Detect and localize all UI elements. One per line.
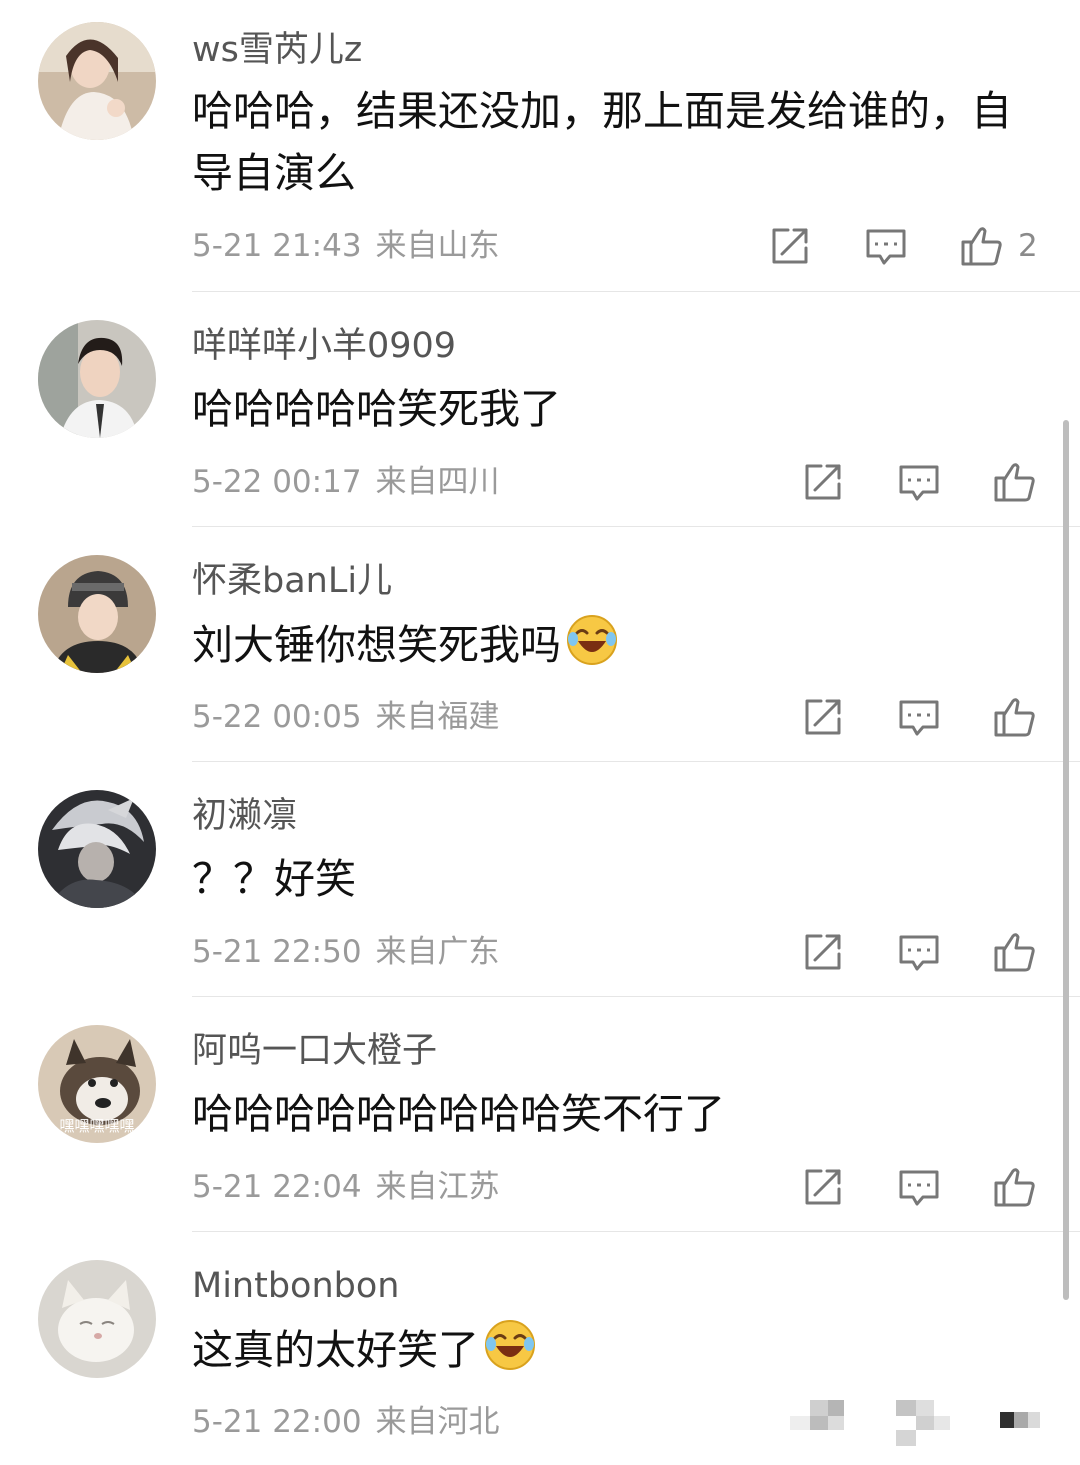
laugh-cry-emoji bbox=[565, 613, 619, 667]
thumbs-up-icon[interactable] bbox=[958, 222, 1006, 270]
share-icon[interactable] bbox=[766, 222, 814, 270]
comment-item: ws雪芮儿z 哈哈哈，结果还没加，那上面是发给谁的，自导自演么 5-21 21:… bbox=[0, 0, 1080, 292]
laugh-cry-emoji bbox=[483, 1318, 537, 1372]
comment-icon[interactable] bbox=[895, 928, 943, 976]
comment-text: 哈哈哈，结果还没加，那上面是发给谁的，自导自演么 bbox=[192, 87, 1012, 197]
comment-text: 这真的太好笑了 bbox=[192, 1318, 1052, 1381]
avatar[interactable] bbox=[38, 22, 156, 140]
share-icon[interactable] bbox=[799, 1163, 847, 1211]
comment-location: 来自广东 bbox=[375, 934, 500, 970]
avatar-caption: 嘿嘿嘿嘿嘿 bbox=[59, 1117, 134, 1135]
comment-icon[interactable] bbox=[895, 1163, 943, 1211]
thumbs-up-icon[interactable] bbox=[991, 928, 1039, 976]
comment-meta: 5-21 22:04 来自江苏 bbox=[192, 1167, 500, 1207]
like-count: 2 bbox=[1018, 228, 1038, 264]
comment-item: 怀柔banLi儿 刘大锤你想笑死我吗 5-22 00:05 来自福建 bbox=[0, 527, 1080, 762]
comment-icon[interactable] bbox=[895, 693, 943, 741]
thumbs-up-icon[interactable] bbox=[991, 458, 1039, 506]
username[interactable]: 阿呜一口大橙子 bbox=[192, 1029, 437, 1073]
comment-text: ？？好笑 bbox=[192, 855, 356, 903]
comment-text: 哈哈哈哈哈笑死我了 bbox=[192, 385, 561, 433]
thumbs-up-icon[interactable] bbox=[991, 1163, 1039, 1211]
thumbs-up-icon[interactable] bbox=[991, 693, 1039, 741]
avatar[interactable] bbox=[38, 1260, 156, 1378]
comment-text-content: 刘大锤你想笑死我吗 bbox=[192, 621, 561, 669]
comment-location: 来自福建 bbox=[375, 699, 500, 735]
comment-icon[interactable] bbox=[862, 222, 910, 270]
username[interactable]: 咩咩咩小羊0909 bbox=[192, 324, 456, 368]
comment-text: 刘大锤你想笑死我吗 bbox=[192, 613, 1052, 676]
comment-item: 咩咩咩小羊0909 哈哈哈哈哈笑死我了 5-22 00:17 来自四川 bbox=[0, 292, 1080, 527]
username[interactable]: 怀柔banLi儿 bbox=[192, 559, 392, 603]
comment-location: 来自河北 bbox=[375, 1404, 500, 1440]
username[interactable]: ws雪芮儿z bbox=[192, 28, 362, 72]
share-icon[interactable] bbox=[799, 693, 847, 741]
comment-item: 初濑凛 ？？好笑 5-21 22:50 来自广东 bbox=[0, 762, 1080, 997]
avatar[interactable] bbox=[38, 790, 156, 908]
comment-meta: 5-21 22:00 来自河北 bbox=[192, 1402, 500, 1442]
comment-meta: 5-22 00:17 来自四川 bbox=[192, 462, 500, 502]
comment-meta: 5-21 22:50 来自广东 bbox=[192, 932, 500, 972]
comment-time: 5-21 22:04 bbox=[192, 1169, 362, 1205]
comment-item: 嘿嘿嘿嘿嘿 阿呜一口大橙子 哈哈哈哈哈哈哈哈哈笑不行了 5-21 22:04 来自… bbox=[0, 997, 1080, 1232]
comment-time: 5-21 22:50 bbox=[192, 934, 362, 970]
share-icon[interactable] bbox=[799, 458, 847, 506]
comment-location: 来自江苏 bbox=[375, 1169, 500, 1205]
comment-location: 来自四川 bbox=[375, 464, 500, 500]
avatar[interactable] bbox=[38, 320, 156, 438]
username[interactable]: Mintbonbon bbox=[192, 1264, 399, 1308]
comment-text: 哈哈哈哈哈哈哈哈哈笑不行了 bbox=[192, 1090, 725, 1138]
comment-time: 5-22 00:05 bbox=[192, 699, 362, 735]
obscured-action-bar bbox=[790, 1398, 1050, 1453]
comment-time: 5-22 00:17 bbox=[192, 464, 362, 500]
comment-time: 5-21 22:00 bbox=[192, 1404, 362, 1440]
avatar[interactable] bbox=[38, 555, 156, 673]
comment-time: 5-21 21:43 bbox=[192, 228, 362, 264]
avatar[interactable]: 嘿嘿嘿嘿嘿 bbox=[38, 1025, 156, 1143]
comment-meta: 5-22 00:05 来自福建 bbox=[192, 697, 500, 737]
comment-text-content: 这真的太好笑了 bbox=[192, 1326, 479, 1374]
comment-meta: 5-21 21:43 来自山东 bbox=[192, 226, 500, 266]
comment-icon[interactable] bbox=[895, 458, 943, 506]
comment-location: 来自山东 bbox=[375, 228, 500, 264]
share-icon[interactable] bbox=[799, 928, 847, 976]
username[interactable]: 初濑凛 bbox=[192, 794, 297, 838]
scrollbar[interactable] bbox=[1063, 420, 1069, 1300]
